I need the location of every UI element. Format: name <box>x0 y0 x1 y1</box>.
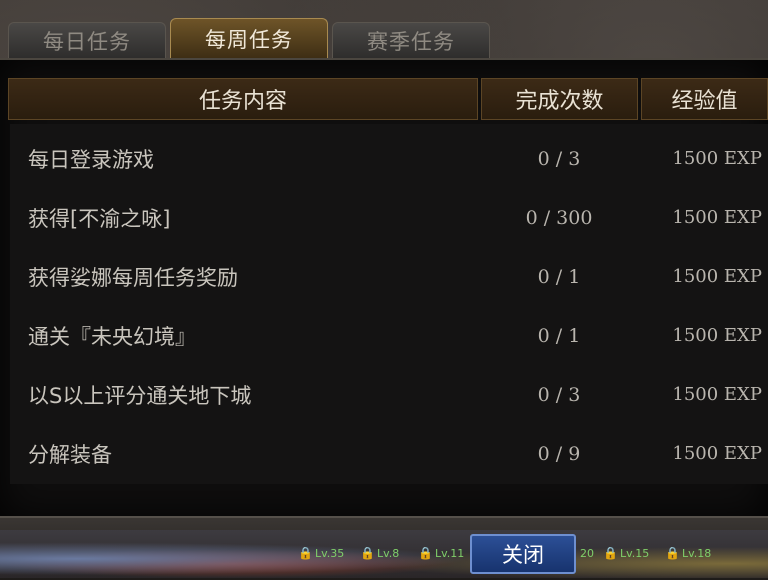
level-badge: 🔒 Lv.15 <box>603 546 650 560</box>
task-exp: 1500 EXP <box>672 266 762 287</box>
column-header-progress: 完成次数 <box>481 78 638 120</box>
lock-icon: 🔒 <box>665 546 680 560</box>
level-badge: 🔒 Lv.18 <box>665 546 712 560</box>
table-row: 每日登录游戏 0 / 3 1500 EXP <box>0 130 768 189</box>
task-progress: 0 / 1 <box>537 325 581 347</box>
task-progress: 0 / 3 <box>537 148 581 170</box>
task-progress: 0 / 1 <box>537 266 581 288</box>
task-progress: 0 / 3 <box>537 384 581 406</box>
tab-season[interactable]: 赛季任务 <box>332 22 490 58</box>
task-exp: 1500 EXP <box>672 148 762 169</box>
task-progress: 0 / 300 <box>525 207 593 229</box>
task-name: 获得娑娜每周任务奖励 <box>28 266 238 290</box>
task-exp: 1500 EXP <box>672 384 762 405</box>
table-row: 以S以上评分通关地下城 0 / 3 1500 EXP <box>0 366 768 425</box>
table-row: 通关『未央幻境』 0 / 1 1500 EXP <box>0 307 768 366</box>
task-exp: 1500 EXP <box>672 207 762 228</box>
column-header-task: 任务内容 <box>8 78 478 120</box>
lock-icon: 🔒 <box>360 546 375 560</box>
level-badge: 🔒 Lv.35 <box>298 546 345 560</box>
tab-weekly[interactable]: 每周任务 <box>170 18 328 58</box>
level-badge: 🔒 Lv.11 <box>418 546 465 560</box>
task-name: 通关『未央幻境』 <box>28 325 196 349</box>
task-name: 获得[不渝之咏] <box>28 207 171 231</box>
task-exp: 1500 EXP <box>672 325 762 346</box>
lock-icon: 🔒 <box>298 546 313 560</box>
task-progress: 0 / 9 <box>537 443 581 465</box>
task-exp: 1500 EXP <box>672 443 762 464</box>
level-badge: 🔒 Lv.8 <box>360 546 400 560</box>
lock-icon: 🔒 <box>603 546 618 560</box>
level-badge: 20 <box>580 546 594 560</box>
task-name: 分解装备 <box>28 443 112 467</box>
table-row: 获得娑娜每周任务奖励 0 / 1 1500 EXP <box>0 248 768 307</box>
lock-icon: 🔒 <box>418 546 433 560</box>
task-name: 以S以上评分通关地下城 <box>28 384 252 408</box>
table-row: 分解装备 0 / 9 1500 EXP <box>0 425 768 484</box>
task-name: 每日登录游戏 <box>28 148 154 172</box>
column-header-exp: 经验值 <box>641 78 768 120</box>
table-row: 获得[不渝之咏] 0 / 300 1500 EXP <box>0 189 768 248</box>
tab-daily[interactable]: 每日任务 <box>8 22 166 58</box>
close-button[interactable]: 关闭 <box>470 534 576 574</box>
